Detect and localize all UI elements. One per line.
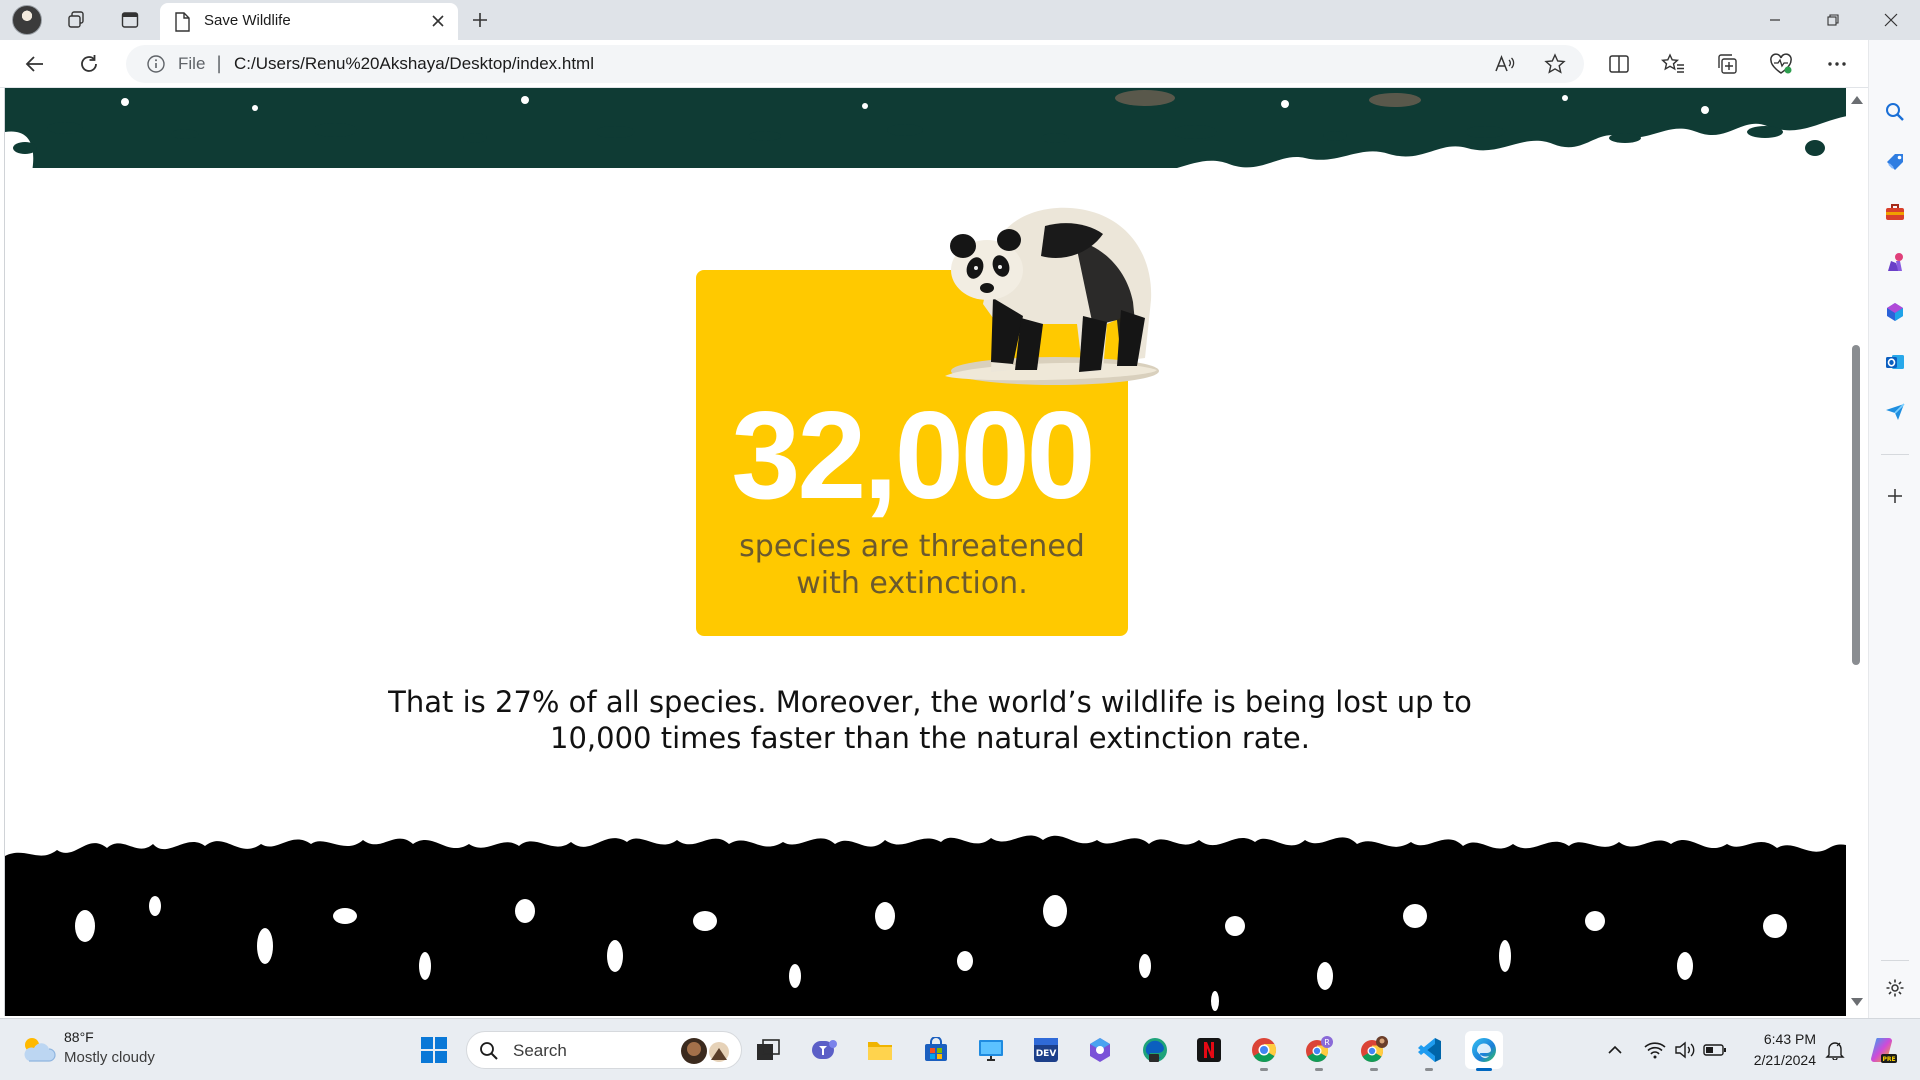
remote-desktop-icon[interactable]	[972, 1031, 1010, 1069]
address-separator: |	[216, 53, 223, 74]
chrome-profile-2-icon[interactable]	[1355, 1031, 1393, 1071]
task-view-icon[interactable]	[749, 1031, 787, 1069]
running-indicator	[1476, 1068, 1492, 1071]
plus-icon	[473, 13, 487, 27]
panda-image	[945, 207, 1159, 385]
search-highlight-icon	[681, 1038, 729, 1064]
running-indicator	[1425, 1068, 1433, 1071]
weather-cloud-sun-icon[interactable]	[20, 1033, 56, 1065]
body-line-1: That is 27% of all species. Moreover, th…	[388, 685, 1472, 719]
address-bar[interactable]: File | C:/Users/Renu%20Akshaya/Desktop/i…	[126, 45, 1584, 83]
tab-strip: Save Wildlife	[0, 0, 1920, 40]
clock-date[interactable]: 2/21/2024	[1736, 1052, 1816, 1068]
svg-text:PRE: PRE	[1882, 1056, 1895, 1063]
split-screen-icon[interactable]	[1600, 46, 1638, 82]
stat-number: 32,000	[731, 387, 1095, 525]
svg-text:DEV: DEV	[1036, 1049, 1057, 1059]
weather-temperature[interactable]: 88°F	[64, 1029, 94, 1045]
scroll-up-arrow-icon[interactable]	[1849, 94, 1865, 106]
windows-taskbar: 88°F Mostly cloudy Search DEV R 6:43 PM …	[0, 1018, 1920, 1080]
info-icon[interactable]	[146, 54, 166, 78]
browser-essentials-icon[interactable]	[1762, 46, 1800, 82]
page-icon	[174, 12, 190, 36]
profile-avatar[interactable]	[12, 5, 42, 35]
copilot-preview-icon[interactable]: PRE	[1866, 1033, 1900, 1067]
search-label: Search	[513, 1041, 567, 1060]
chrome-profile-r-icon[interactable]: R	[1300, 1031, 1338, 1071]
favorite-star-icon[interactable]	[1538, 49, 1572, 79]
windows-start-icon[interactable]	[415, 1031, 453, 1069]
svg-text:R: R	[1324, 1038, 1330, 1047]
teams-icon[interactable]	[805, 1031, 843, 1069]
outlook-icon[interactable]	[1879, 346, 1911, 378]
battery-icon[interactable]	[1702, 1037, 1728, 1063]
close-tab-icon[interactable]	[426, 9, 450, 33]
microsoft-store-icon[interactable]	[917, 1031, 955, 1069]
foliage-border-top	[5, 88, 1846, 168]
edge-icon[interactable]	[1465, 1031, 1503, 1071]
new-tab-button[interactable]	[464, 4, 496, 36]
clock-time[interactable]: 6:43 PM	[1750, 1031, 1816, 1047]
stat-caption-line-2: with extinction.	[796, 566, 1028, 601]
tab-title: Save Wildlife	[204, 12, 291, 29]
navigation-toolbar: File | C:/Users/Renu%20Akshaya/Desktop/i…	[0, 40, 1920, 88]
vscode-icon[interactable]	[1410, 1031, 1448, 1071]
sidebar-divider-bottom	[1881, 960, 1909, 961]
body-line-2: 10,000 times faster than the natural ext…	[550, 721, 1310, 755]
running-indicator	[1370, 1068, 1378, 1071]
microsoft-365-icon[interactable]	[1879, 296, 1911, 328]
stat-caption: species are threatened with extinction.	[696, 528, 1128, 602]
edge-sidebar	[1868, 40, 1920, 1018]
search-icon[interactable]	[1879, 96, 1911, 128]
favorites-icon[interactable]	[1654, 46, 1692, 82]
tools-briefcase-icon[interactable]	[1879, 196, 1911, 228]
workspaces-icon[interactable]	[58, 4, 94, 36]
tab-save-wildlife[interactable]: Save Wildlife	[160, 3, 458, 40]
body-paragraph: That is 27% of all species. Moreover, th…	[385, 684, 1475, 756]
scroll-down-arrow-icon[interactable]	[1849, 996, 1865, 1008]
taskbar-search-box[interactable]: Search	[466, 1031, 742, 1069]
back-arrow-icon[interactable]	[16, 46, 54, 82]
chrome-icon[interactable]	[1245, 1031, 1283, 1071]
notification-bell-icon[interactable]	[1822, 1037, 1848, 1063]
weather-condition[interactable]: Mostly cloudy	[64, 1049, 155, 1066]
edge-dev-icon[interactable]	[1136, 1031, 1174, 1069]
copilot-app-icon[interactable]	[1081, 1031, 1119, 1069]
more-menu-icon[interactable]	[1818, 46, 1856, 82]
restore-button[interactable]	[1804, 0, 1862, 40]
games-icon[interactable]	[1879, 246, 1911, 278]
scroll-thumb[interactable]	[1852, 345, 1860, 666]
minimize-button[interactable]	[1746, 0, 1804, 40]
search-icon	[480, 1042, 498, 1060]
scheme-label: File	[178, 54, 206, 73]
netflix-icon[interactable]	[1190, 1031, 1228, 1069]
settings-gear-icon[interactable]	[1879, 972, 1911, 1004]
running-indicator	[1260, 1068, 1268, 1071]
vertical-tabs-icon[interactable]	[112, 4, 148, 36]
file-explorer-icon[interactable]	[861, 1031, 899, 1069]
drop-send-icon[interactable]	[1879, 396, 1911, 428]
dev-home-icon[interactable]: DEV	[1027, 1031, 1065, 1069]
read-aloud-icon[interactable]	[1488, 49, 1522, 79]
sidebar-divider	[1881, 454, 1909, 455]
collections-icon[interactable]	[1708, 46, 1746, 82]
page-viewport: 32,000 species are threatened with extin…	[4, 88, 1846, 1016]
close-window-button[interactable]	[1862, 0, 1920, 40]
wifi-icon[interactable]	[1642, 1037, 1668, 1063]
add-icon[interactable]	[1879, 480, 1911, 512]
volume-icon[interactable]	[1672, 1037, 1698, 1063]
url-text[interactable]: C:/Users/Renu%20Akshaya/Desktop/index.ht…	[234, 54, 594, 74]
refresh-icon[interactable]	[70, 46, 108, 82]
stat-caption-line-1: species are threatened	[739, 529, 1085, 564]
running-indicator	[1315, 1068, 1323, 1071]
show-hidden-icons-chevron-icon[interactable]	[1602, 1037, 1628, 1063]
shopping-tag-icon[interactable]	[1879, 146, 1911, 178]
grunge-border-bottom	[5, 835, 1846, 1016]
